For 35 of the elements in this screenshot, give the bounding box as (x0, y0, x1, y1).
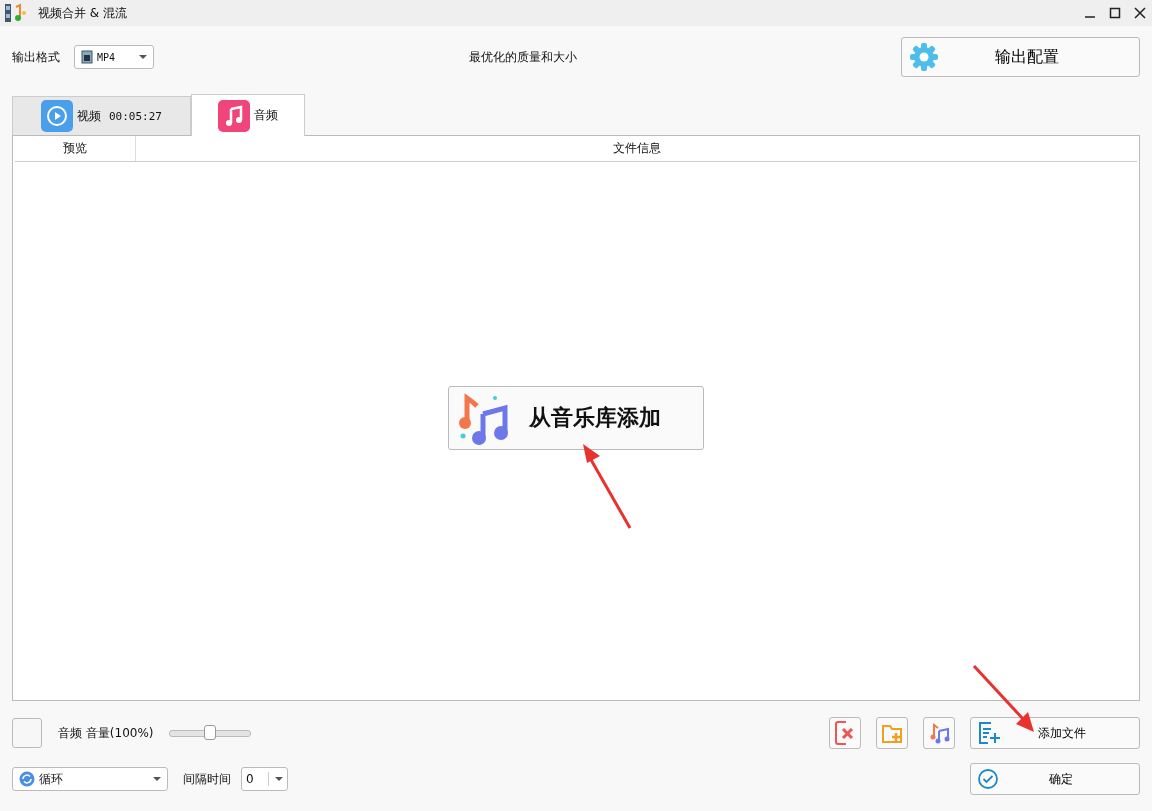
interval-label: 间隔时间 (183, 770, 231, 788)
window-title: 视频合并 & 混流 (38, 4, 127, 22)
tab[interactable]: 视频 00:05:27 (12, 96, 191, 135)
music-library-button[interactable] (923, 717, 955, 749)
add-from-library-button[interactable]: 从音乐库添加 (448, 386, 704, 450)
add-folder-icon (881, 722, 903, 744)
add-file-button[interactable]: 添加文件 (970, 717, 1140, 749)
caret-icon (139, 55, 147, 59)
tab[interactable]: 音频 (191, 94, 305, 136)
column-header: 预览 (15, 136, 136, 161)
add-folder-button[interactable] (876, 717, 908, 749)
music-notes-icon (928, 722, 950, 744)
film-music-icon (4, 3, 28, 23)
file-icon (81, 50, 93, 64)
format-dropdown[interactable]: MP4 (74, 45, 154, 69)
add-document-icon (977, 721, 1001, 745)
column-header: 文件信息 (611, 140, 662, 157)
music-note-icon (218, 99, 250, 132)
slider-thumb[interactable] (204, 724, 217, 740)
remove-file-button[interactable] (829, 717, 861, 749)
volume-label: 音频 音量(100%) (58, 724, 154, 742)
caret-icon (275, 777, 283, 781)
gear-icon (908, 41, 940, 73)
color-swatch[interactable] (12, 718, 42, 748)
caret-icon (153, 777, 161, 781)
check-circle-icon (977, 768, 999, 790)
interval-dropdown[interactable]: 0 (241, 767, 288, 791)
output-format-label: 输出格式 (12, 48, 60, 66)
ok-button[interactable]: 确定 (970, 763, 1140, 795)
remove-file-icon (834, 720, 856, 746)
quality-text: 最优化的质量和大小 (469, 48, 577, 66)
output-config-button[interactable]: 输出配置 (901, 37, 1140, 77)
loop-mode-dropdown[interactable]: 循环 (12, 767, 168, 791)
refresh-icon (19, 771, 35, 787)
play-icon (41, 100, 73, 132)
